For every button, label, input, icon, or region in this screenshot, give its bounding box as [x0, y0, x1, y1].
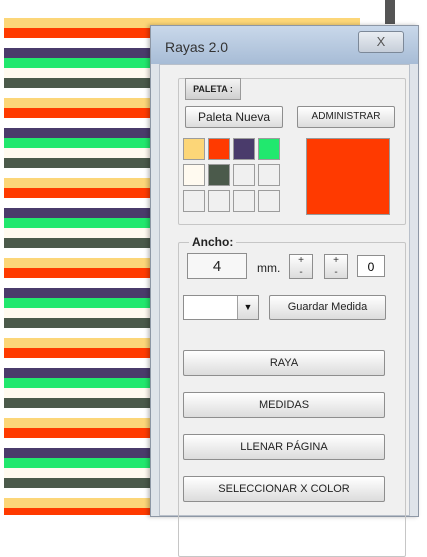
measure-dropdown[interactable]: ▼: [183, 295, 259, 320]
paleta-tab[interactable]: PALETA :: [185, 78, 241, 100]
new-palette-button[interactable]: Paleta Nueva: [185, 106, 283, 128]
palette-swatch[interactable]: [233, 164, 255, 186]
palette-swatch[interactable]: [258, 138, 280, 160]
manage-palette-button[interactable]: ADMINISTRAR: [297, 106, 395, 128]
palette-swatch[interactable]: [208, 138, 230, 160]
width-label: Ancho:: [189, 235, 237, 249]
palette-swatch[interactable]: [183, 164, 205, 186]
palette-swatch[interactable]: [258, 164, 280, 186]
palette-swatch[interactable]: [208, 164, 230, 186]
window-title: Rayas 2.0: [165, 39, 229, 55]
rayas-window: Rayas 2.0 X PALETA : Paleta Nueva ADMINI…: [150, 25, 419, 557]
palette-swatch[interactable]: [233, 190, 255, 212]
spinner-up-icon[interactable]: +: [325, 255, 347, 267]
select-by-color-button[interactable]: SELECCIONAR X COLOR: [183, 476, 385, 502]
palette-swatch[interactable]: [208, 190, 230, 212]
palette-swatch[interactable]: [233, 138, 255, 160]
close-button[interactable]: X: [358, 31, 404, 53]
palette-swatch[interactable]: [183, 138, 205, 160]
width-group: Ancho: 4 mm. + - + - 0 ▼ Guardar Medida …: [178, 235, 406, 557]
save-measure-button[interactable]: Guardar Medida: [269, 295, 386, 320]
background-window-edge: [385, 0, 395, 24]
title-bar[interactable]: Rayas 2.0 X: [151, 26, 418, 64]
spinner-down-icon[interactable]: -: [325, 267, 347, 279]
dropdown-arrow-icon[interactable]: ▼: [237, 296, 258, 319]
fill-page-button[interactable]: LLENAR PÁGINA: [183, 434, 385, 460]
selected-color-preview: [306, 138, 390, 215]
unit-label: mm.: [257, 261, 281, 275]
window-content: PALETA : Paleta Nueva ADMINISTRAR Ancho:…: [159, 64, 410, 557]
palette-swatch-grid: [183, 138, 287, 216]
spinner-down-icon[interactable]: -: [290, 267, 312, 279]
spinner-up-icon[interactable]: +: [290, 255, 312, 267]
width-spinner-1[interactable]: + -: [289, 254, 313, 279]
stripe-button[interactable]: RAYA: [183, 350, 385, 376]
paleta-group: PALETA : Paleta Nueva ADMINISTRAR: [178, 78, 406, 225]
width-input[interactable]: 4: [187, 253, 247, 279]
palette-swatch[interactable]: [183, 190, 205, 212]
palette-swatch[interactable]: [258, 190, 280, 212]
measures-button[interactable]: MEDIDAS: [183, 392, 385, 418]
width-spinner-2[interactable]: + -: [324, 254, 348, 279]
stripe-count-field[interactable]: 0: [357, 255, 385, 277]
